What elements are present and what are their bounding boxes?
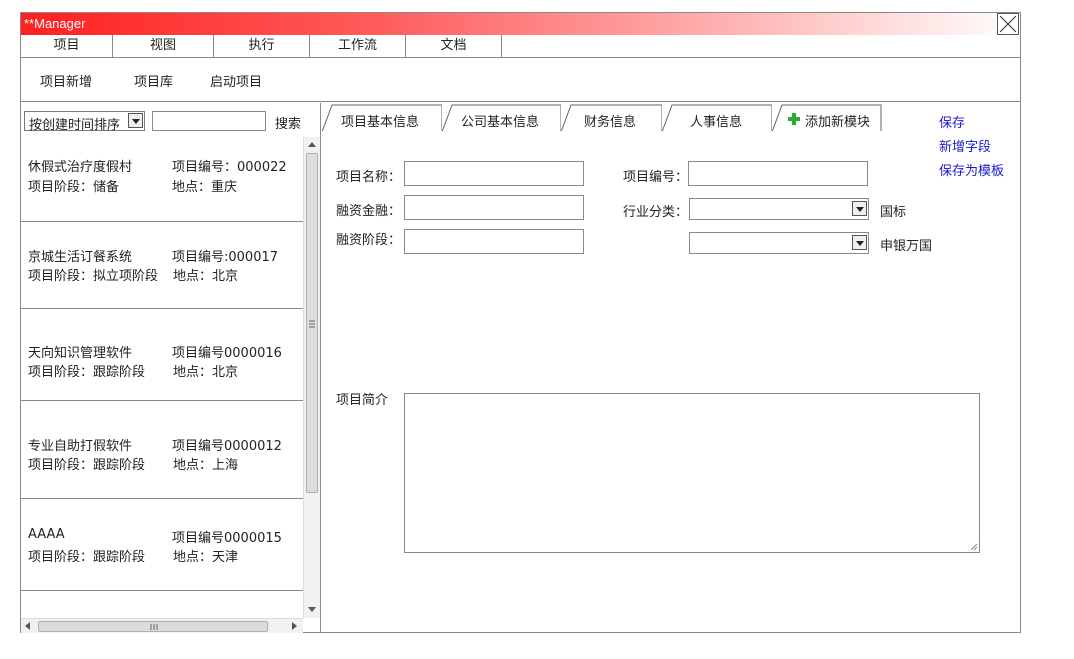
project-stage: 项目阶段：储备	[28, 180, 120, 195]
start-project-button[interactable]: 启动项目	[210, 71, 262, 90]
search-button[interactable]: 搜索	[275, 113, 301, 132]
resize-grip-icon[interactable]	[970, 543, 978, 551]
chevron-down-icon[interactable]	[852, 235, 867, 250]
save-as-template-link[interactable]: 保存为模板	[939, 160, 1004, 179]
project-number: 项目编号0000016	[172, 346, 282, 361]
vertical-scroll-thumb[interactable]	[306, 153, 318, 493]
scroll-left-icon[interactable]	[25, 622, 30, 630]
window-title: **Manager	[24, 16, 86, 31]
new-project-button[interactable]: 项目新增	[40, 71, 92, 90]
project-number-label: 项目编号：	[623, 170, 689, 185]
industry2-select[interactable]	[689, 232, 869, 254]
tab-label: 添加新模块	[805, 115, 871, 130]
title-bar: **Manager	[21, 13, 1020, 35]
chevron-down-icon[interactable]	[852, 201, 867, 216]
financing-amount-label: 融资金融：	[336, 204, 402, 219]
list-item[interactable]: AAAA 项目编号0000015 项目阶段：跟踪阶段 地点：天津	[21, 499, 303, 591]
project-name-label: 项目名称：	[336, 170, 402, 185]
project-location: 地点：北京	[173, 269, 239, 284]
project-location: 地点：天津	[173, 550, 239, 565]
grip-icon	[309, 320, 315, 328]
financing-amount-field[interactable]	[404, 195, 584, 220]
project-location: 地点：上海	[173, 458, 239, 473]
tab-label: 项目基本信息	[341, 115, 420, 130]
tab-finance-info[interactable]: 财务信息	[561, 103, 662, 134]
industry2-standard-label: 申银万国	[880, 239, 933, 254]
project-name: 休假式治疗度假村	[28, 160, 133, 175]
industry-label: 行业分类：	[623, 205, 689, 220]
industry-select[interactable]	[689, 198, 869, 220]
project-number: 项目编号0000015	[172, 531, 282, 546]
menu-workflow[interactable]: 工作流	[310, 35, 406, 57]
save-link[interactable]: 保存	[939, 112, 965, 131]
project-stage: 项目阶段：跟踪阶段	[28, 365, 146, 380]
project-number: 项目编号0000012	[172, 439, 282, 454]
project-number: 项目编号:000017	[172, 250, 279, 265]
toolbar: 项目新增 项目库 启动项目	[21, 58, 1020, 102]
sort-select[interactable]: 按创建时间排序	[24, 111, 145, 133]
tab-project-basic-info[interactable]: 项目基本信息	[322, 103, 442, 134]
project-list-pane: 按创建时间排序 搜索 休假式治疗度假村 项目编号：000022 项目阶段：储备 …	[21, 103, 321, 633]
industry-standard-label: 国标	[880, 205, 907, 220]
tab-baseline	[322, 131, 882, 132]
search-input[interactable]	[152, 111, 266, 131]
menu-execute[interactable]: 执行	[214, 35, 310, 57]
project-name: 专业自助打假软件	[28, 439, 133, 454]
project-name: 天向知识管理软件	[28, 346, 133, 361]
project-name-field[interactable]	[404, 161, 584, 186]
project-number-field[interactable]	[688, 161, 868, 186]
tab-hr-info[interactable]: 人事信息	[662, 103, 772, 134]
project-stage: 项目阶段：跟踪阶段	[28, 550, 146, 565]
menu-view[interactable]: 视图	[113, 35, 214, 57]
add-field-link[interactable]: 新增字段	[939, 136, 991, 155]
project-location: 地点：北京	[173, 365, 239, 380]
app-window: **Manager 项目 视图 执行 工作流 文档 项目新增 项目库 启动项目 …	[20, 12, 1021, 633]
menu-bar: 项目 视图 执行 工作流 文档	[21, 35, 1020, 58]
list-item[interactable]: 京城生活订餐系统 项目编号:000017 项目阶段：拟立项阶段 地点：北京	[21, 222, 303, 309]
project-location: 地点：重庆	[172, 180, 238, 195]
tab-label: 财务信息	[584, 115, 637, 130]
plus-icon	[788, 113, 800, 125]
chevron-down-icon[interactable]	[128, 113, 143, 128]
vertical-scrollbar[interactable]	[303, 137, 320, 618]
list-item[interactable]: 专业自助打假软件 项目编号0000012 项目阶段：跟踪阶段 地点：上海	[21, 401, 303, 499]
summary-textarea[interactable]	[404, 393, 980, 553]
horizontal-scroll-thumb[interactable]	[38, 621, 268, 632]
tab-label: 人事信息	[690, 115, 743, 130]
menu-documents[interactable]: 文档	[406, 35, 502, 57]
project-stage: 项目阶段：拟立项阶段	[28, 269, 159, 284]
sort-select-value: 按创建时间排序	[29, 118, 121, 133]
horizontal-scrollbar[interactable]	[21, 618, 303, 633]
project-stage: 项目阶段：跟踪阶段	[28, 458, 146, 473]
detail-pane: 项目基本信息 公司基本信息 财务信息 人事信息 添加新模块 保存 新增字段 保存…	[322, 103, 1020, 633]
financing-stage-field[interactable]	[404, 229, 584, 254]
project-number: 项目编号：000022	[172, 160, 287, 175]
financing-stage-label: 融资阶段：	[336, 233, 402, 248]
scroll-up-icon[interactable]	[308, 142, 316, 147]
list-item[interactable]: 天向知识管理软件 项目编号0000016 项目阶段：跟踪阶段 地点：北京	[21, 309, 303, 401]
summary-label: 项目简介	[336, 393, 389, 408]
tab-company-basic-info[interactable]: 公司基本信息	[442, 103, 561, 134]
close-button[interactable]	[997, 13, 1019, 35]
menu-project[interactable]: 项目	[21, 35, 113, 57]
project-name: 京城生活订餐系统	[28, 250, 133, 265]
project-library-button[interactable]: 项目库	[134, 71, 173, 90]
list-item[interactable]: 休假式治疗度假村 项目编号：000022 项目阶段：储备 地点：重庆	[21, 137, 303, 222]
project-name: AAAA	[28, 527, 65, 542]
tab-add-new-module[interactable]: 添加新模块	[772, 103, 882, 134]
scroll-right-icon[interactable]	[292, 622, 297, 630]
scroll-down-icon[interactable]	[308, 607, 316, 612]
project-list: 休假式治疗度假村 项目编号：000022 项目阶段：储备 地点：重庆 京城生活订…	[21, 137, 303, 618]
close-icon	[999, 15, 1017, 33]
tab-label: 公司基本信息	[461, 115, 540, 130]
grip-icon	[150, 624, 158, 630]
